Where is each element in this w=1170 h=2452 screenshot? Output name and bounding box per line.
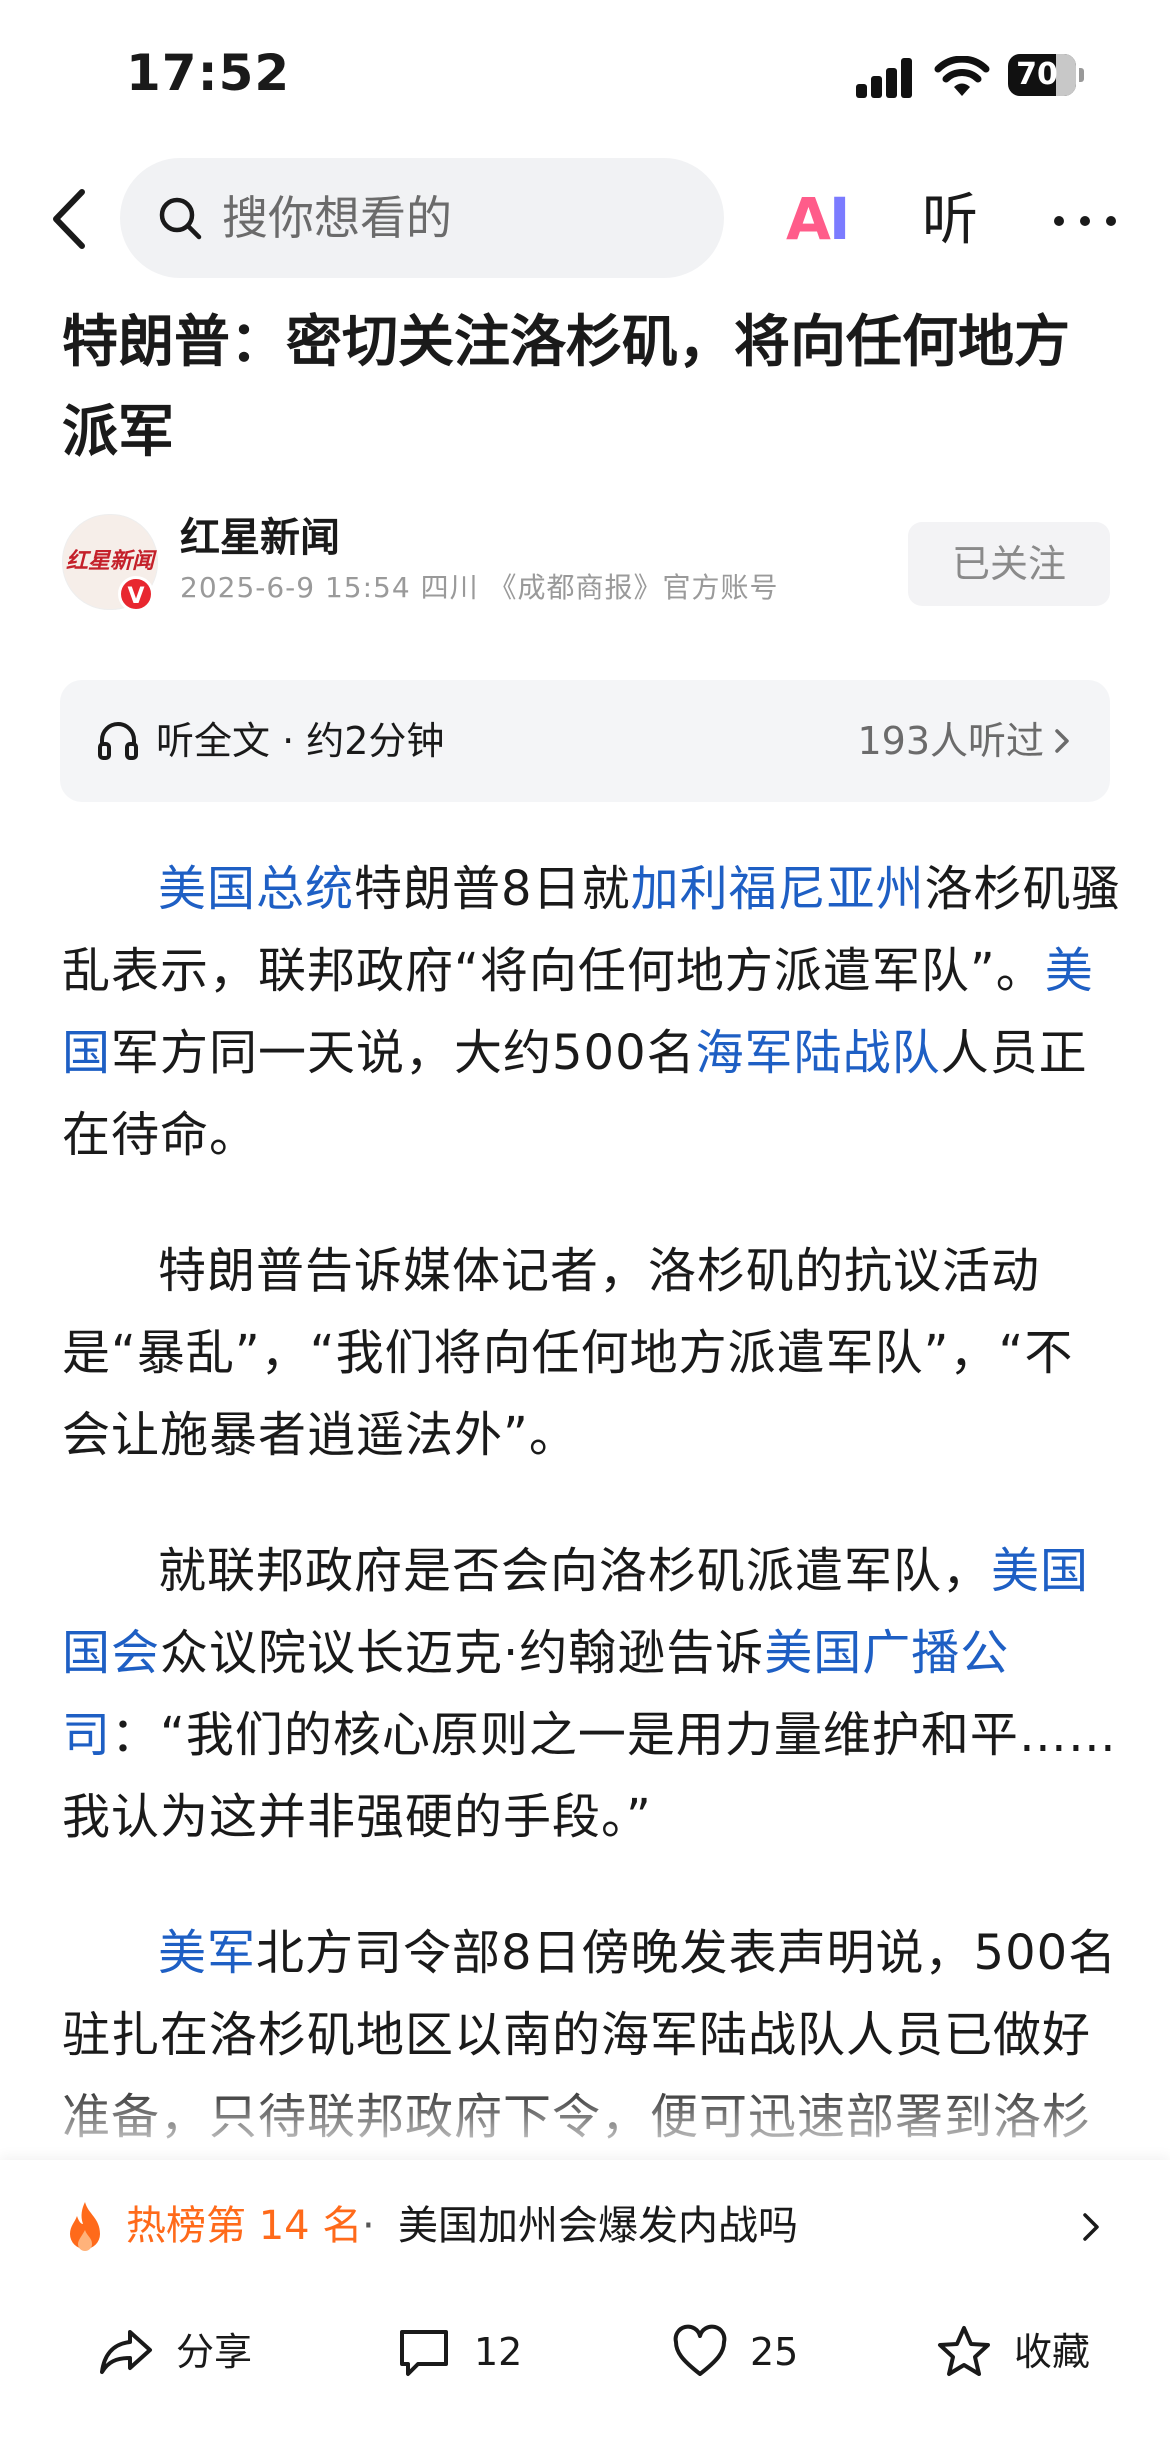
article-paragraph: 美国总统特朗普8日就加利福尼亚州洛杉矶骚乱表示，联邦政府“将向任何地方派遣军队”… (62, 848, 1122, 1176)
more-icon[interactable] (1050, 190, 1120, 250)
headphones-icon (98, 722, 138, 760)
comment-icon (400, 2330, 448, 2376)
article-text: 众议院议长迈克·约翰逊告诉 (160, 1625, 765, 1681)
heart-icon (673, 2324, 727, 2376)
cellular-signal-icon (856, 58, 914, 98)
article-text: 就联邦政府是否会向洛杉矶派遣军队， (158, 1543, 992, 1599)
article-paragraph: 就联邦政府是否会向洛杉矶派遣军队，美国国会众议院议长迈克·约翰逊告诉美国广播公司… (62, 1530, 1122, 1858)
listen-full-article-bar[interactable]: 听全文 · 约2分钟 193人听过 (60, 680, 1110, 802)
article-link[interactable]: 海军陆战队 (696, 1025, 941, 1081)
article-paragraph: 特朗普告诉媒体记者，洛杉矶的抗议活动是“暴乱”，“我们将向任何地方派遣军队”，“… (62, 1230, 1122, 1476)
status-bar: 17:52 70 (0, 0, 1170, 150)
article-link[interactable]: 美军 (158, 1925, 256, 1981)
ai-label-letter: I (828, 185, 851, 253)
search-placeholder: 搜你想看的 (222, 191, 452, 245)
favorite-button[interactable]: 收藏 (936, 2314, 1136, 2386)
avatar-logo: 红星新闻 (65, 548, 154, 574)
article-text: 特朗普8日就 (354, 861, 631, 917)
author-meta: 2025-6-9 15:54 四川 《成都商报》官方账号 (180, 571, 779, 604)
follow-button[interactable]: 已关注 (908, 522, 1110, 606)
article-body: 美国总统特朗普8日就加利福尼亚州洛杉矶骚乱表示，联邦政府“将向任何地方派遣军队”… (62, 848, 1122, 2160)
hot-topic: 美国加州会爆发内战吗 (398, 2203, 798, 2249)
hot-rank: 热榜第 14 名 (126, 2203, 363, 2249)
author-name[interactable]: 红星新闻 (180, 510, 340, 566)
like-count: 25 (750, 2330, 799, 2374)
battery-level: 70 (1016, 57, 1058, 92)
article-text: 军方同一天说，大约500名 (111, 1025, 696, 1081)
top-nav: 搜你想看的 AI 听 (0, 150, 1170, 290)
chevron-right-icon (1083, 2213, 1099, 2241)
battery-icon: 70 (1008, 54, 1084, 96)
comment-count: 12 (474, 2330, 523, 2374)
article-title: 特朗普：密切关注洛杉矶，将向任何地方派军 (62, 310, 1070, 465)
star-icon (938, 2326, 990, 2376)
article-link[interactable]: 美国总统 (158, 861, 354, 917)
listen-button[interactable]: 听 (922, 186, 978, 256)
favorite-label: 收藏 (1014, 2330, 1091, 2374)
hot-separator: · (362, 2203, 375, 2249)
like-button[interactable]: 25 (672, 2314, 832, 2386)
article-text: 特朗普告诉媒体记者，洛杉矶的抗议活动是“暴乱”，“我们将向任何地方派遣军队”，“… (62, 1243, 1074, 1463)
back-arrow-icon[interactable] (42, 184, 102, 254)
ai-label: A (786, 185, 831, 253)
search-icon (159, 197, 202, 240)
content-fade (0, 2080, 1170, 2160)
share-label: 分享 (176, 2330, 253, 2374)
status-time: 17:52 (126, 44, 291, 102)
share-icon (100, 2330, 152, 2374)
article-link[interactable]: 加利福尼亚州 (631, 861, 925, 917)
share-button[interactable]: 分享 (98, 2314, 278, 2386)
ai-button[interactable]: AI (786, 184, 856, 254)
search-input[interactable]: 搜你想看的 (120, 158, 724, 278)
wifi-icon (934, 56, 990, 96)
flame-icon (70, 2202, 100, 2251)
verified-badge: V (118, 576, 154, 612)
listen-label: 听全文 · 约2分钟 (156, 719, 445, 763)
listen-count: 193人听过 (857, 719, 1044, 763)
comment-button[interactable]: 12 (396, 2314, 556, 2386)
chevron-right-icon (1055, 729, 1069, 753)
action-bar: 分享 12 25 收藏 (0, 2300, 1170, 2400)
article-text: ：“我们的核心原则之一是用力量维护和平……我认为这并非强硬的手段。” (62, 1707, 1117, 1845)
author-row: 红星新闻 V 红星新闻 2025-6-9 15:54 四川 《成都商报》官方账号… (0, 510, 1170, 612)
bottom-panel: 热榜第 14 名 · 美国加州会爆发内战吗 分享 12 25 收藏 (0, 2160, 1170, 2452)
hot-list-row[interactable]: 热榜第 14 名 · 美国加州会爆发内战吗 (0, 2180, 1170, 2270)
